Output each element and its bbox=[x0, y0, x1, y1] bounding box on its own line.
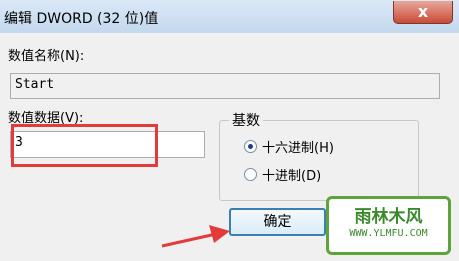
radio-decimal-label: 十进制(D) bbox=[262, 169, 322, 184]
value-name-label: 数值名称(N): bbox=[8, 49, 85, 64]
base-group-title: 基数 bbox=[229, 110, 263, 130]
title-bar[interactable]: 编辑 DWORD (32 位)值 x bbox=[0, 0, 459, 33]
radio-hex-indicator[interactable] bbox=[244, 140, 257, 153]
annotation-highlight-box bbox=[11, 124, 158, 167]
radio-hex-label: 十六进制(H) bbox=[262, 141, 334, 156]
window-title: 编辑 DWORD (32 位)值 bbox=[4, 11, 159, 27]
radio-decimal-indicator[interactable] bbox=[244, 168, 257, 181]
watermark-name: 雨林木风 bbox=[354, 207, 423, 227]
watermark-url: WWW.YLMFU.COM bbox=[349, 228, 428, 239]
base-groupbox bbox=[219, 120, 419, 201]
close-icon: x bbox=[417, 2, 429, 21]
watermark-logo: 雨林木风 WWW.YLMFU.COM bbox=[326, 196, 451, 255]
close-button[interactable]: x bbox=[393, 1, 453, 24]
annotation-arrow-icon bbox=[161, 225, 230, 248]
value-name-field: Start bbox=[10, 73, 440, 99]
ok-button[interactable]: 确定 bbox=[229, 208, 326, 236]
edit-dword-dialog: 编辑 DWORD (32 位)值 x 数值名称(N): Start 数值数据(V… bbox=[0, 0, 459, 261]
